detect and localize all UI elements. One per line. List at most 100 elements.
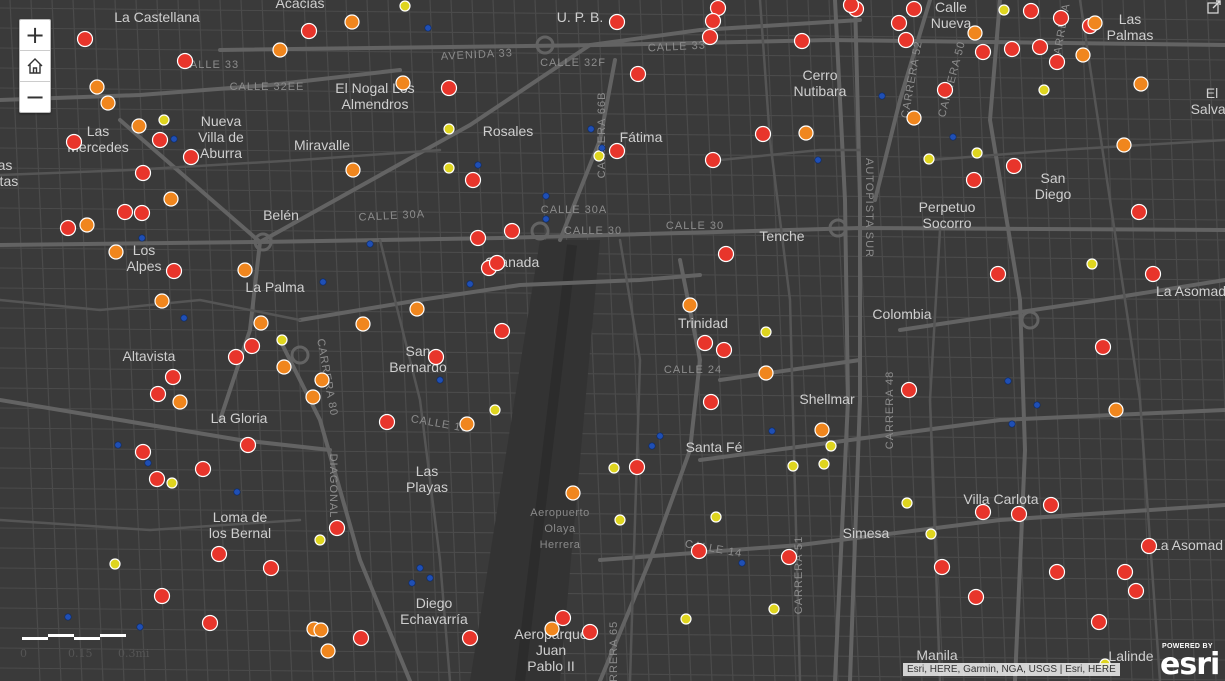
- yellow-point-marker[interactable]: [443, 162, 455, 174]
- zoom-in-button[interactable]: +: [20, 20, 50, 51]
- red-point-marker[interactable]: [201, 614, 219, 632]
- red-point-marker[interactable]: [717, 245, 735, 263]
- red-point-marker[interactable]: [65, 133, 83, 151]
- red-point-marker[interactable]: [194, 460, 212, 478]
- red-point-marker[interactable]: [59, 219, 77, 237]
- blue-point-marker[interactable]: [949, 133, 957, 141]
- red-point-marker[interactable]: [974, 43, 992, 61]
- red-point-marker[interactable]: [554, 609, 572, 627]
- red-point-marker[interactable]: [1127, 582, 1145, 600]
- blue-point-marker[interactable]: [436, 376, 444, 384]
- expand-icon[interactable]: [1207, 0, 1221, 14]
- red-point-marker[interactable]: [793, 32, 811, 50]
- orange-point-marker[interactable]: [89, 79, 105, 95]
- yellow-point-marker[interactable]: [489, 404, 501, 416]
- orange-point-marker[interactable]: [355, 316, 371, 332]
- red-point-marker[interactable]: [967, 588, 985, 606]
- yellow-point-marker[interactable]: [818, 458, 830, 470]
- orange-point-marker[interactable]: [79, 217, 95, 233]
- orange-point-marker[interactable]: [967, 25, 983, 41]
- yellow-point-marker[interactable]: [925, 528, 937, 540]
- red-point-marker[interactable]: [134, 443, 152, 461]
- red-point-marker[interactable]: [262, 559, 280, 577]
- blue-point-marker[interactable]: [587, 125, 595, 133]
- orange-point-marker[interactable]: [108, 244, 124, 260]
- red-point-marker[interactable]: [164, 368, 182, 386]
- orange-point-marker[interactable]: [305, 389, 321, 405]
- orange-point-marker[interactable]: [1087, 15, 1103, 31]
- blue-point-marker[interactable]: [1008, 420, 1016, 428]
- red-point-marker[interactable]: [696, 334, 714, 352]
- basemap[interactable]: AVENIDA 33CALLE 33 CALLE 32FCALLE 33CALLE…: [0, 0, 1225, 681]
- zoom-out-button[interactable]: −: [20, 82, 50, 112]
- red-point-marker[interactable]: [493, 322, 511, 340]
- orange-point-marker[interactable]: [345, 162, 361, 178]
- blue-point-marker[interactable]: [136, 623, 144, 631]
- red-point-marker[interactable]: [690, 542, 708, 560]
- orange-point-marker[interactable]: [313, 622, 329, 638]
- red-point-marker[interactable]: [1094, 338, 1112, 356]
- blue-point-marker[interactable]: [768, 427, 776, 435]
- home-button[interactable]: [20, 51, 50, 82]
- red-point-marker[interactable]: [427, 348, 445, 366]
- red-point-marker[interactable]: [608, 142, 626, 160]
- blue-point-marker[interactable]: [466, 280, 474, 288]
- red-point-marker[interactable]: [134, 164, 152, 182]
- red-point-marker[interactable]: [1048, 563, 1066, 581]
- red-point-marker[interactable]: [116, 203, 134, 221]
- yellow-point-marker[interactable]: [998, 4, 1010, 16]
- yellow-point-marker[interactable]: [166, 477, 178, 489]
- orange-point-marker[interactable]: [344, 14, 360, 30]
- red-point-marker[interactable]: [440, 79, 458, 97]
- yellow-point-marker[interactable]: [680, 613, 692, 625]
- red-point-marker[interactable]: [1003, 40, 1021, 58]
- red-point-marker[interactable]: [210, 545, 228, 563]
- red-point-marker[interactable]: [701, 28, 719, 46]
- red-point-marker[interactable]: [1090, 613, 1108, 631]
- orange-point-marker[interactable]: [131, 118, 147, 134]
- blue-point-marker[interactable]: [738, 559, 746, 567]
- red-point-marker[interactable]: [469, 229, 487, 247]
- orange-point-marker[interactable]: [172, 394, 188, 410]
- yellow-point-marker[interactable]: [593, 150, 605, 162]
- blue-point-marker[interactable]: [180, 314, 188, 322]
- red-point-marker[interactable]: [149, 385, 167, 403]
- yellow-point-marker[interactable]: [923, 153, 935, 165]
- red-point-marker[interactable]: [704, 12, 722, 30]
- yellow-point-marker[interactable]: [314, 534, 326, 546]
- blue-point-marker[interactable]: [233, 488, 241, 496]
- orange-point-marker[interactable]: [459, 416, 475, 432]
- yellow-point-marker[interactable]: [787, 460, 799, 472]
- yellow-point-marker[interactable]: [1038, 84, 1050, 96]
- red-point-marker[interactable]: [581, 623, 599, 641]
- red-point-marker[interactable]: [133, 204, 151, 222]
- esri-logo[interactable]: POWERED BY esri: [1160, 643, 1220, 681]
- red-point-marker[interactable]: [239, 436, 257, 454]
- blue-point-marker[interactable]: [1004, 377, 1012, 385]
- red-point-marker[interactable]: [352, 629, 370, 647]
- red-point-marker[interactable]: [704, 151, 722, 169]
- orange-point-marker[interactable]: [1133, 76, 1149, 92]
- blue-point-marker[interactable]: [64, 613, 72, 621]
- orange-point-marker[interactable]: [253, 315, 269, 331]
- yellow-point-marker[interactable]: [760, 326, 772, 338]
- orange-point-marker[interactable]: [758, 365, 774, 381]
- orange-point-marker[interactable]: [163, 191, 179, 207]
- yellow-point-marker[interactable]: [1086, 258, 1098, 270]
- red-point-marker[interactable]: [905, 0, 923, 18]
- red-point-marker[interactable]: [1116, 563, 1134, 581]
- yellow-point-marker[interactable]: [971, 147, 983, 159]
- orange-point-marker[interactable]: [544, 621, 560, 637]
- red-point-marker[interactable]: [151, 131, 169, 149]
- red-point-marker[interactable]: [897, 31, 915, 49]
- yellow-point-marker[interactable]: [399, 0, 411, 12]
- orange-point-marker[interactable]: [154, 293, 170, 309]
- red-point-marker[interactable]: [243, 337, 261, 355]
- attribution-text[interactable]: Esri, HERE, Garmin, NGA, USGS | Esri, HE…: [903, 663, 1120, 676]
- orange-point-marker[interactable]: [237, 262, 253, 278]
- blue-point-marker[interactable]: [408, 579, 416, 587]
- blue-point-marker[interactable]: [878, 92, 886, 100]
- red-point-marker[interactable]: [1140, 537, 1158, 555]
- red-point-marker[interactable]: [76, 30, 94, 48]
- blue-point-marker[interactable]: [474, 161, 482, 169]
